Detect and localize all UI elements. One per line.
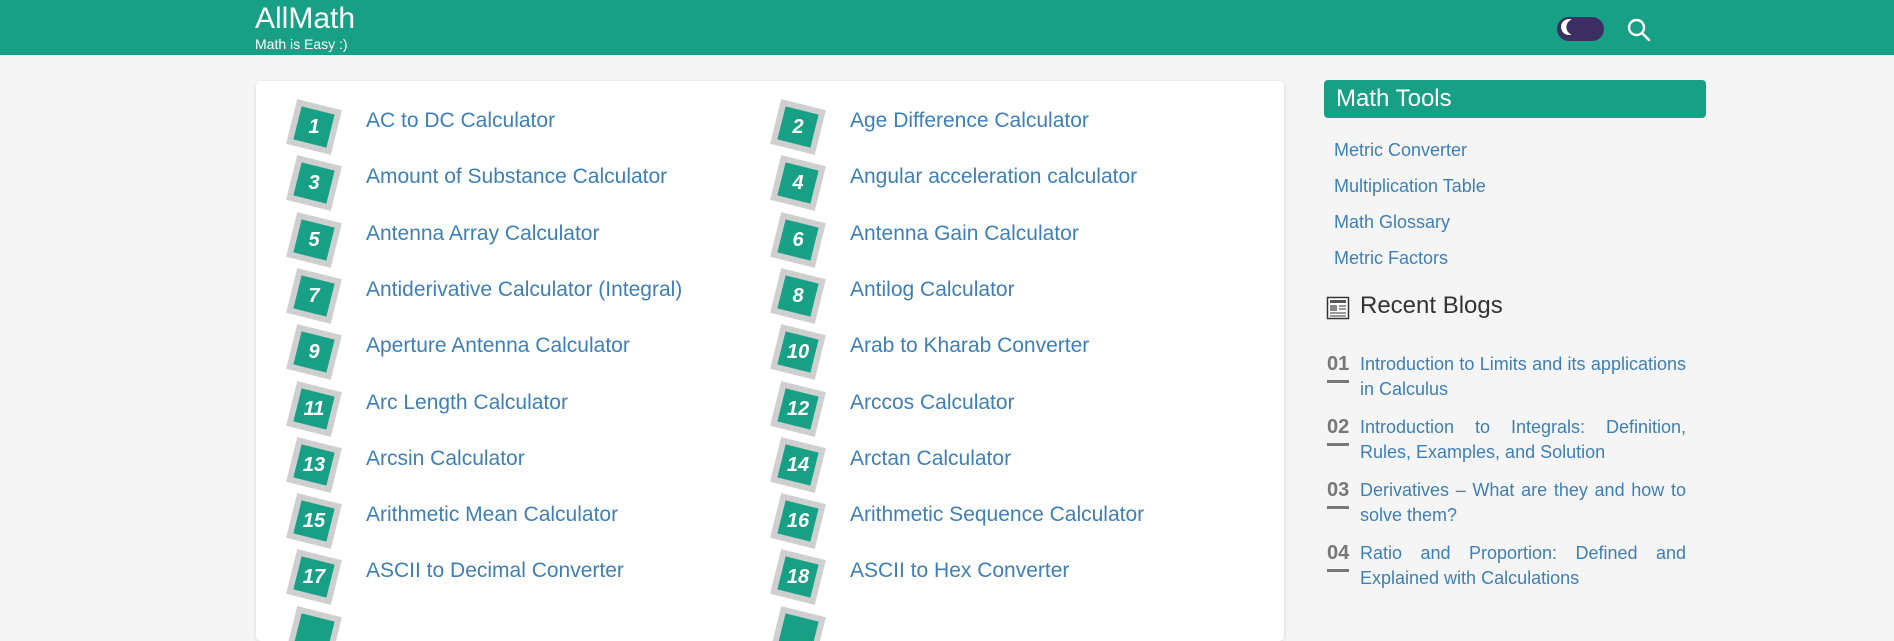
blog-link[interactable]: Introduction to Integrals: Definition, R…: [1360, 415, 1686, 465]
calculator-link[interactable]: Arithmetic Mean Calculator: [366, 503, 618, 527]
blog-item: 03 Derivatives – What are they and how t…: [1324, 478, 1706, 541]
calculator-link[interactable]: AC to DC Calculator: [366, 109, 555, 133]
calculator-item[interactable]: 2 Age Difference Calculator: [740, 92, 1220, 155]
calculator-item-partial[interactable]: [256, 599, 736, 641]
calculator-link[interactable]: Arc Length Calculator: [366, 391, 568, 415]
tool-link-metric-converter[interactable]: Metric Converter: [1324, 132, 1706, 168]
blog-number: 04: [1327, 542, 1350, 572]
blog-number: 03: [1327, 479, 1350, 509]
tool-link-metric-factors[interactable]: Metric Factors: [1324, 240, 1706, 276]
calculator-number: 16: [786, 510, 810, 533]
calculator-link[interactable]: Aperture Antenna Calculator: [366, 334, 630, 358]
number-badge-fill: [293, 613, 335, 641]
calculator-item[interactable]: 14 Arctan Calculator: [740, 430, 1220, 493]
calculator-link[interactable]: Age Difference Calculator: [850, 109, 1089, 133]
calculator-item[interactable]: 15 Arithmetic Mean Calculator: [256, 486, 736, 549]
blog-item: 01 Introduction to Limits and its applic…: [1324, 352, 1706, 415]
calculator-item[interactable]: 11 Arc Length Calculator: [256, 374, 736, 437]
calculator-number: 8: [792, 284, 804, 307]
search-button[interactable]: [1626, 17, 1652, 43]
recent-blogs-heading: Recent Blogs: [1324, 290, 1706, 326]
calculator-item[interactable]: 10 Arab to Kharab Converter: [740, 317, 1220, 381]
calculator-number: 17: [302, 566, 326, 589]
calculator-link[interactable]: Arcsin Calculator: [366, 447, 525, 471]
calculator-number: 10: [786, 341, 810, 364]
calculator-item[interactable]: 6 Antenna Gain Calculator: [740, 205, 1220, 268]
calculator-number: 4: [792, 172, 804, 195]
math-tools-heading: Math Tools: [1324, 80, 1706, 118]
blog-number: 01: [1327, 353, 1350, 383]
calculator-item[interactable]: 9 Aperture Antenna Calculator: [256, 317, 736, 381]
calculator-list-card: 1 AC to DC Calculator 2 Age Difference Calc…: [256, 81, 1284, 641]
blog-item: 02 Introduction to Integrals: Definition…: [1324, 415, 1706, 478]
calculator-item[interactable]: 3 Amount of Substance Calculator: [256, 148, 736, 212]
calculator-item[interactable]: 18 ASCII to Hex Converter: [740, 542, 1220, 606]
calculator-number: 7: [308, 284, 320, 307]
calculator-link[interactable]: Antiderivative Calculator (Integral): [366, 278, 682, 302]
brand-tagline: Math is Easy :): [255, 36, 348, 52]
calculator-item[interactable]: 13 Arcsin Calculator: [256, 430, 736, 493]
number-badge: [770, 605, 826, 641]
calculator-item[interactable]: 8 Antilog Calculator: [740, 261, 1220, 324]
site-header: AllMath Math is Easy :): [0, 0, 1894, 55]
calculator-link[interactable]: Angular acceleration calculator: [850, 165, 1137, 189]
calculator-link[interactable]: Amount of Substance Calculator: [366, 165, 667, 189]
brand-logo[interactable]: AllMath Math is Easy :): [255, 2, 355, 51]
moon-icon: [1559, 17, 1580, 38]
number-badge: [286, 605, 342, 641]
calculator-item[interactable]: 7 Antiderivative Calculator (Integral): [256, 261, 736, 324]
blog-number: 02: [1327, 416, 1350, 446]
calculator-link[interactable]: Arctan Calculator: [850, 447, 1011, 471]
calculator-number: 6: [792, 228, 804, 251]
calculator-item[interactable]: 5 Antenna Array Calculator: [256, 205, 736, 268]
calculator-number: 14: [786, 453, 810, 476]
blog-link[interactable]: Introduction to Limits and its applicati…: [1360, 352, 1686, 402]
calculator-item[interactable]: 17 ASCII to Decimal Converter: [256, 542, 736, 606]
calculator-number: 13: [302, 453, 326, 476]
calculator-number: 18: [786, 566, 810, 589]
calculator-number: 2: [792, 116, 804, 138]
number-badge-fill: [777, 613, 819, 641]
sidebar: Math Tools Metric Converter Multiplicati…: [1324, 80, 1706, 588]
calculator-number: 12: [786, 397, 810, 420]
calculator-item[interactable]: 12 Arccos Calculator: [740, 374, 1220, 437]
calculator-item[interactable]: 1 AC to DC Calculator: [256, 92, 736, 155]
calculator-number: 3: [308, 172, 320, 195]
calculator-number: 15: [302, 510, 326, 533]
calculator-number: 1: [308, 116, 320, 138]
calculator-number: 11: [303, 397, 325, 420]
math-tools-list: Metric Converter Multiplication Table Ma…: [1324, 132, 1706, 276]
calculator-item[interactable]: 4 Angular acceleration calculator: [740, 148, 1220, 212]
calculator-link[interactable]: ASCII to Hex Converter: [850, 559, 1069, 583]
calculator-link[interactable]: ASCII to Decimal Converter: [366, 559, 624, 583]
tool-link-math-glossary[interactable]: Math Glossary: [1324, 204, 1706, 240]
tool-link-multiplication-table[interactable]: Multiplication Table: [1324, 168, 1706, 204]
blog-link[interactable]: Derivatives – What are they and how to s…: [1360, 478, 1686, 528]
newspaper-icon: [1326, 296, 1350, 320]
calculator-link[interactable]: Antenna Array Calculator: [366, 222, 599, 246]
calculator-item[interactable]: 16 Arithmetic Sequence Calculator: [740, 486, 1220, 549]
calculator-link[interactable]: Arab to Kharab Converter: [850, 334, 1089, 358]
search-icon: [1627, 18, 1651, 42]
calculator-item-partial[interactable]: [740, 599, 1220, 641]
calculator-link[interactable]: Antilog Calculator: [850, 278, 1015, 302]
dark-mode-toggle[interactable]: [1557, 17, 1604, 41]
calculator-number: 5: [308, 228, 320, 251]
calculator-link[interactable]: Arccos Calculator: [850, 391, 1015, 415]
recent-blogs-list: 01 Introduction to Limits and its applic…: [1324, 352, 1706, 604]
brand-title: AllMath: [255, 2, 356, 35]
blog-link[interactable]: Ratio and Proportion: Defined and Explai…: [1360, 541, 1686, 591]
blog-item: 04 Ratio and Proportion: Defined and Exp…: [1324, 541, 1706, 604]
recent-blogs-title: Recent Blogs: [1360, 292, 1503, 319]
calculator-number: 9: [308, 341, 320, 364]
calculator-link[interactable]: Arithmetic Sequence Calculator: [850, 503, 1144, 527]
calculator-link[interactable]: Antenna Gain Calculator: [850, 222, 1079, 246]
